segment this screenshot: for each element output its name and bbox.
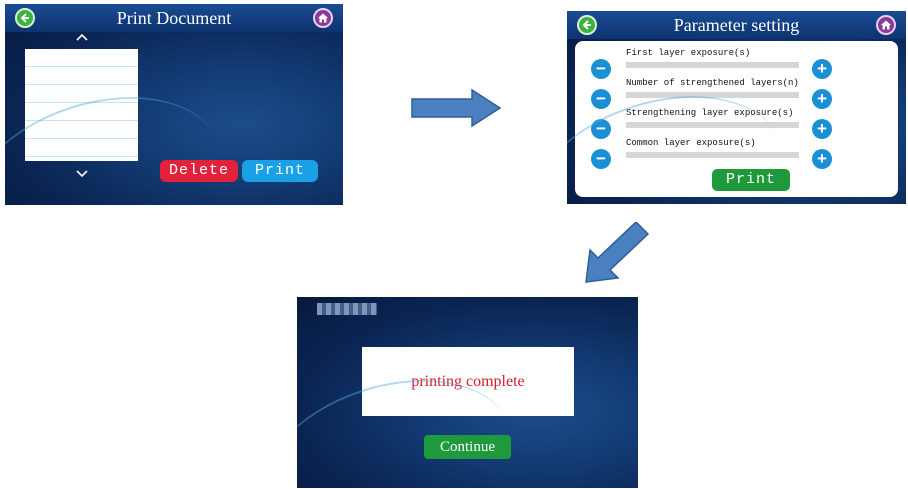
flow-arrow-down-left-icon	[585, 222, 650, 283]
chevron-down-icon	[76, 170, 88, 178]
decrease-button[interactable]: −	[591, 149, 611, 169]
parameter-row: − Common layer exposure(s) +	[575, 137, 898, 169]
home-icon	[881, 20, 891, 30]
screen-title: Print Document	[5, 4, 343, 32]
increase-button[interactable]: +	[812, 119, 832, 139]
decrease-button[interactable]: −	[591, 59, 611, 79]
parameter-label: Common layer exposure(s)	[626, 138, 756, 148]
print-document-screen: Print Document Delete Print	[5, 4, 343, 205]
continue-button[interactable]: Continue	[424, 435, 511, 459]
file-list[interactable]	[25, 49, 138, 161]
delete-button[interactable]: Delete	[160, 160, 238, 182]
list-item[interactable]	[25, 67, 138, 85]
home-button[interactable]	[876, 15, 896, 35]
list-item[interactable]	[25, 103, 138, 121]
decrease-button[interactable]: −	[591, 89, 611, 109]
increase-button[interactable]: +	[812, 89, 832, 109]
print-complete-screen: printing complete Continue	[297, 297, 638, 488]
parameter-label: Number of strengthened layers(n)	[626, 78, 799, 88]
parameter-value-field[interactable]	[626, 152, 799, 158]
parameter-value-field[interactable]	[626, 122, 799, 128]
pixelated-title	[317, 303, 377, 315]
scroll-up-button[interactable]	[75, 29, 89, 45]
parameter-value-field[interactable]	[626, 62, 799, 68]
back-button[interactable]	[15, 8, 35, 28]
parameter-label: First layer exposure(s)	[626, 48, 751, 58]
screen-title: Parameter setting	[567, 11, 906, 39]
list-item[interactable]	[25, 49, 138, 67]
home-button[interactable]	[313, 8, 333, 28]
parameter-row: − Number of strengthened layers(n) +	[575, 77, 898, 109]
flow-arrow-right-icon	[411, 88, 502, 128]
home-icon	[318, 13, 328, 23]
parameter-value-field[interactable]	[626, 92, 799, 98]
increase-button[interactable]: +	[812, 149, 832, 169]
parameter-row: − First layer exposure(s) +	[575, 47, 898, 79]
scroll-down-button[interactable]	[75, 166, 89, 182]
decrease-button[interactable]: −	[591, 119, 611, 139]
parameter-setting-screen: Parameter setting − First layer exposure…	[567, 11, 906, 204]
parameter-panel: − First layer exposure(s) + − Number of …	[575, 41, 898, 197]
back-button[interactable]	[577, 15, 597, 35]
completion-message: printing complete	[362, 347, 574, 416]
parameter-label: Strengthening layer exposure(s)	[626, 108, 794, 118]
parameter-row: − Strengthening layer exposure(s) +	[575, 107, 898, 139]
chevron-up-icon	[76, 33, 88, 41]
print-button[interactable]: Print	[242, 160, 318, 182]
print-button[interactable]: Print	[712, 169, 790, 191]
back-arrow-icon	[20, 13, 29, 23]
back-arrow-icon	[582, 20, 591, 30]
list-item[interactable]	[25, 121, 138, 139]
increase-button[interactable]: +	[812, 59, 832, 79]
list-item[interactable]	[25, 85, 138, 103]
list-item[interactable]	[25, 139, 138, 157]
